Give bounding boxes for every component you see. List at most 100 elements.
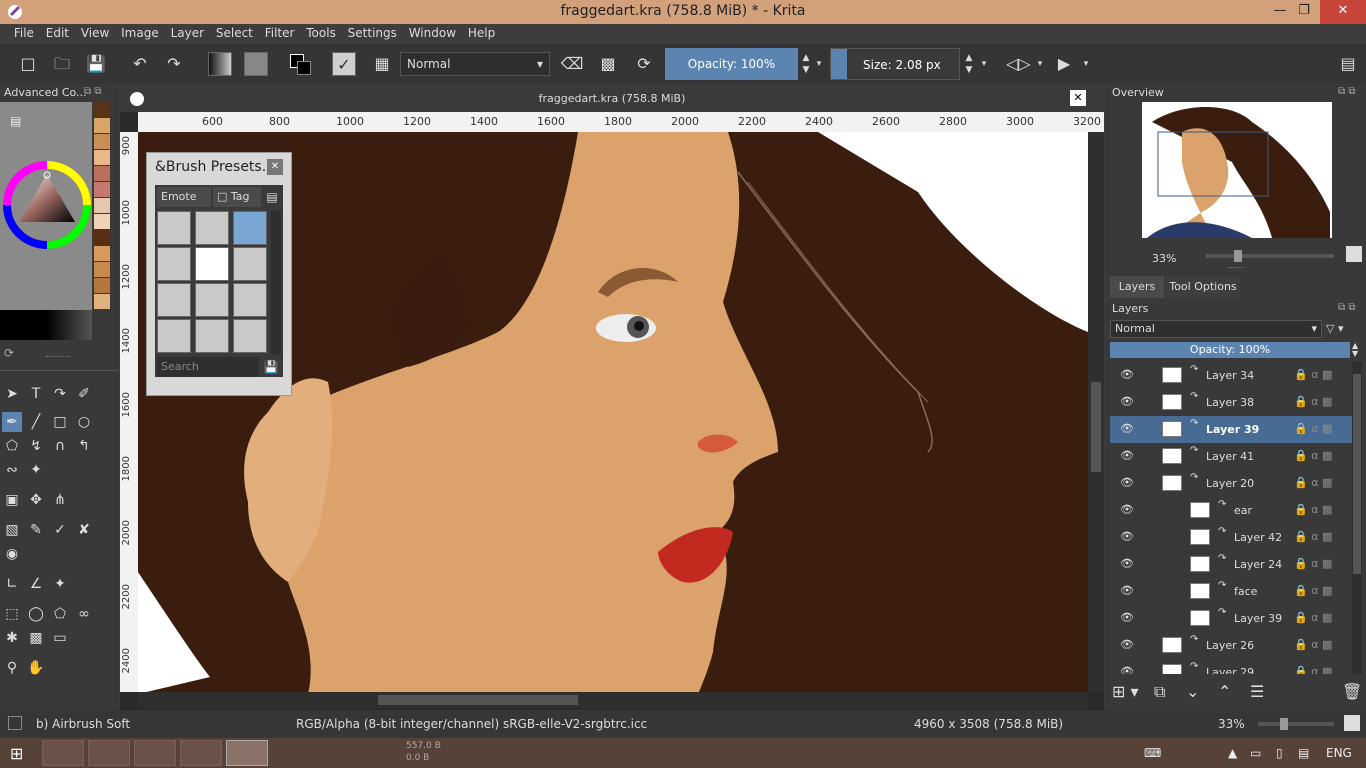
horizontal-scrollbar[interactable] xyxy=(138,692,1088,708)
layer-row[interactable]: 👁 ↷ Layer 20 🔒 α ▩ xyxy=(1110,470,1354,497)
overview-thumbnail[interactable] xyxy=(1142,102,1332,238)
move-layer-down-icon[interactable]: ⌄ xyxy=(1186,682,1199,701)
mirror-vertical-icon[interactable]: ▶ xyxy=(1052,52,1076,76)
palette-swatch[interactable] xyxy=(94,150,110,165)
menu-edit[interactable]: Edit xyxy=(42,24,73,42)
eraser-preset-icon[interactable] xyxy=(157,211,191,245)
text-tool-icon[interactable]: T xyxy=(26,384,46,404)
ellipse-select-icon[interactable]: ◯ xyxy=(26,604,46,624)
polygon-tool-icon[interactable]: ⬠ xyxy=(2,436,22,456)
color-history-swatches[interactable] xyxy=(94,102,110,316)
redo-icon[interactable]: ↷ xyxy=(162,52,186,76)
ellipse-tool-icon[interactable]: ○ xyxy=(74,412,94,432)
keyboard-icon[interactable]: ⌨ xyxy=(1144,746,1161,760)
taskbar-explorer[interactable] xyxy=(180,740,222,766)
reload-preset-icon[interactable]: ⟳ xyxy=(632,52,656,76)
orange-brush-preset-icon[interactable] xyxy=(233,283,267,317)
dock-float-close-icons[interactable]: ⧉ ⧉ xyxy=(84,86,101,97)
airbrush-preset-icon[interactable] xyxy=(233,211,267,245)
similar-select-icon[interactable]: ▩ xyxy=(26,628,46,648)
restore-icon[interactable]: ❐ xyxy=(1290,0,1318,24)
layer-row[interactable]: 👁 ↷ Layer 26 🔒 α ▩ xyxy=(1110,632,1354,659)
palette-swatch[interactable] xyxy=(94,182,110,197)
save-search-icon[interactable]: 💾 xyxy=(261,357,281,377)
tab-tool-options[interactable]: Tool Options xyxy=(1166,276,1240,298)
palette-swatch[interactable] xyxy=(94,294,110,309)
crop-tool-icon[interactable]: ⋔ xyxy=(50,490,70,510)
smart-patch-icon[interactable]: ✘ xyxy=(74,520,94,540)
menu-image[interactable]: Image xyxy=(117,24,163,42)
layer-row[interactable]: 👁 ↷ Layer 39 🔒 α ▩ xyxy=(1110,416,1354,443)
save-document-icon[interactable]: 💾 xyxy=(84,52,108,76)
colorize-mask-icon[interactable]: ✓ xyxy=(50,520,70,540)
dynamic-brush-icon[interactable]: ∾ xyxy=(2,460,22,480)
open-document-icon[interactable]: 🗀 xyxy=(50,52,74,76)
menu-layer[interactable]: Layer xyxy=(167,24,208,42)
layer-row[interactable]: 👁 ↷ Layer 34 🔒 α ▩ xyxy=(1110,362,1354,389)
canvas-rotation-icon[interactable] xyxy=(1344,715,1360,731)
polyline-tool-icon[interactable]: ↯ xyxy=(26,436,46,456)
layer-lock-alpha-icons[interactable]: 🔒 α ▩ xyxy=(1294,422,1354,436)
color-selector[interactable]: ▤ xyxy=(0,102,92,340)
palette-swatch[interactable] xyxy=(94,262,110,277)
opacity-options-icon[interactable]: ▾ xyxy=(813,52,825,76)
palette-swatch[interactable] xyxy=(94,198,110,213)
reset-color-icon[interactable]: ⟳ xyxy=(4,346,14,360)
layer-lock-alpha-icons[interactable]: 🔒 α ▩ xyxy=(1294,638,1354,652)
pan-tool-icon[interactable]: ✋ xyxy=(26,658,46,678)
layer-row[interactable]: 👁 ↷ Layer 29 🔒 α ▩ xyxy=(1110,659,1354,674)
layer-opacity-stepper[interactable]: ▲ ▼ xyxy=(1352,342,1362,358)
marker-preset-icon[interactable] xyxy=(233,247,267,281)
visibility-eye-icon[interactable]: 👁 xyxy=(1120,611,1134,624)
fine-pen-preset-icon[interactable] xyxy=(195,283,229,317)
network-icon[interactable]: ▯ xyxy=(1276,746,1283,760)
menu-tools[interactable]: Tools xyxy=(302,24,340,42)
layer-properties-icon[interactable]: ☰ xyxy=(1250,682,1264,701)
visibility-eye-icon[interactable]: 👁 xyxy=(1120,584,1134,597)
menu-select[interactable]: Select xyxy=(212,24,257,42)
color-picker-icon[interactable]: ✎ xyxy=(26,520,46,540)
move-tool-icon[interactable]: ✥ xyxy=(26,490,46,510)
rectangle-tool-icon[interactable]: □ xyxy=(50,412,70,432)
undo-icon[interactable]: ↶ xyxy=(128,52,152,76)
visibility-eye-icon[interactable]: 👁 xyxy=(1120,368,1134,381)
taskbar-krita-active[interactable] xyxy=(226,740,268,766)
overview-float-close-icons[interactable]: ⧉ ⧉ xyxy=(1338,86,1355,97)
layer-filter-icon[interactable]: ▽ ▾ xyxy=(1326,320,1360,338)
color-space-label[interactable]: RGB/Alpha (8-bit integer/channel) sRGB-e… xyxy=(296,717,647,731)
visibility-eye-icon[interactable]: 👁 xyxy=(1120,557,1134,570)
layer-lock-alpha-icons[interactable]: 🔒 α ▩ xyxy=(1294,611,1354,625)
visibility-eye-icon[interactable]: 👁 xyxy=(1120,422,1134,435)
close-window-button[interactable]: ✕ xyxy=(1320,0,1366,24)
layer-row[interactable]: 👁 ↷ ear 🔒 α ▩ xyxy=(1110,497,1354,524)
layer-lock-alpha-icons[interactable]: 🔒 α ▩ xyxy=(1294,530,1354,544)
ink-preset-icon[interactable] xyxy=(157,247,191,281)
gradient-tool-icon[interactable]: ▧ xyxy=(2,520,22,540)
status-zoom-slider[interactable] xyxy=(1258,718,1334,730)
crop-transform-icon[interactable]: ▣ xyxy=(2,490,22,510)
size-stepper[interactable]: ▲ ▼ xyxy=(962,52,976,76)
blend-mode-select[interactable]: Normal ▾ xyxy=(400,52,550,76)
gradient-icon[interactable] xyxy=(208,52,232,76)
layer-opacity-slider[interactable]: Opacity: 100% xyxy=(1110,342,1350,358)
preset-view-icon[interactable]: ▤ xyxy=(263,187,281,207)
visibility-eye-icon[interactable]: 👁 xyxy=(1120,638,1134,651)
close-docker-icon[interactable]: ✕ xyxy=(267,159,283,175)
layer-lock-alpha-icons[interactable]: 🔒 α ▩ xyxy=(1294,665,1354,674)
palette-swatch[interactable] xyxy=(94,102,110,117)
palette-swatch[interactable] xyxy=(94,214,110,229)
brush-preset-icon[interactable]: ✓ xyxy=(332,52,356,76)
visibility-eye-icon[interactable]: 👁 xyxy=(1120,476,1134,489)
preserve-alpha-icon[interactable]: ▩ xyxy=(596,52,620,76)
pink-pen-preset-icon[interactable] xyxy=(233,319,267,353)
tag-filter-select[interactable]: Emote xyxy=(157,187,211,207)
layer-lock-alpha-icons[interactable]: 🔒 α ▩ xyxy=(1294,395,1354,409)
fill-tool-icon[interactable]: ◉ xyxy=(2,544,22,564)
hue-ring-icon[interactable] xyxy=(2,160,92,250)
opacity-slider[interactable]: Opacity: 100% xyxy=(665,48,798,80)
workspace-chooser-icon[interactable]: ▤ xyxy=(1336,52,1360,76)
palette-swatch[interactable] xyxy=(94,230,110,245)
size-options-icon[interactable]: ▾ xyxy=(978,52,990,76)
close-document-icon[interactable]: ✕ xyxy=(1070,90,1086,106)
taskbar-krita-1[interactable] xyxy=(42,740,84,766)
